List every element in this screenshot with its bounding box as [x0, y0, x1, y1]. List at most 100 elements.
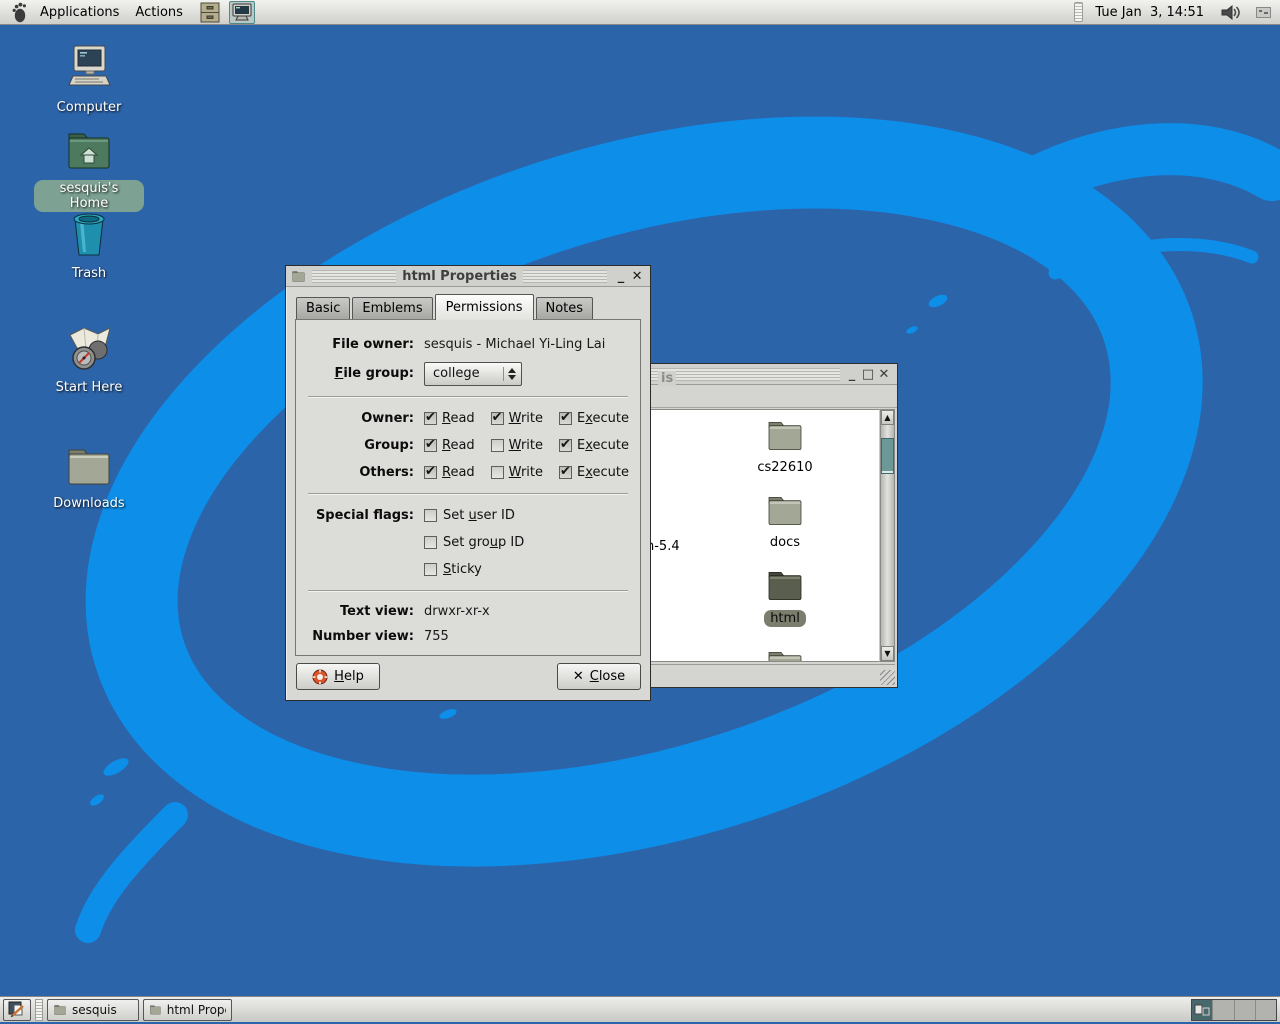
minimize-button[interactable]: _ [844, 365, 860, 384]
folder-item-docs[interactable]: docs [725, 493, 845, 550]
scroll-up-button[interactable]: ▲ [881, 410, 894, 425]
checkbox-owner-execute[interactable] [559, 412, 572, 425]
workspace-4[interactable] [1256, 1000, 1276, 1020]
checkbox-group-read[interactable] [424, 439, 437, 452]
screenshot-launcher[interactable] [229, 1, 255, 24]
dialog-titlebar[interactable]: html Properties _ ✕ [286, 266, 650, 287]
desktop-icon-label: Computer [53, 100, 126, 115]
desktop-icon-computer[interactable]: Computer [34, 45, 144, 115]
checkbox-others-write[interactable] [491, 466, 504, 479]
special-flags-label: Special flags: [296, 502, 414, 523]
titlebar-stripes [312, 270, 396, 283]
desktop-icon-label: Downloads [49, 496, 128, 511]
maximize-button[interactable]: □ [860, 365, 876, 384]
tab-permissions[interactable]: Permissions [435, 294, 534, 320]
owner-permissions-row: Owner: Read Write Execute [296, 405, 640, 432]
checkbox-others-execute[interactable] [559, 466, 572, 479]
desktop-icon-trash[interactable]: Trash [34, 211, 144, 281]
file-group-combobox[interactable]: college [424, 362, 522, 386]
desktop-icon-start-here[interactable]: Start Here [34, 325, 144, 395]
show-desktop-button[interactable] [3, 999, 31, 1021]
file-window-titlebar[interactable]: is _ □ ✕ [621, 364, 897, 385]
folder-item-partial[interactable] [725, 648, 845, 662]
checkbox-group-write[interactable] [491, 439, 504, 452]
speaker-icon [1221, 3, 1242, 22]
minimize-button[interactable]: _ [613, 267, 629, 286]
combo-arrows-icon [508, 368, 516, 380]
workspace-2[interactable] [1213, 1000, 1234, 1020]
main-menu-button[interactable] [6, 1, 32, 24]
close-button[interactable]: ✕ [629, 267, 645, 286]
group-label: Group: [296, 438, 414, 453]
tab-emblems[interactable]: Emblems [352, 297, 432, 319]
execute-label: Execute [577, 465, 629, 480]
text-view-label: Text view: [296, 604, 414, 619]
file-window-statusbar [623, 664, 895, 685]
checkbox-group-execute[interactable] [559, 439, 572, 452]
scrollbar-thumb[interactable] [881, 438, 894, 474]
folder-icon [291, 270, 306, 283]
start-here-icon [64, 325, 114, 373]
file-window-title-fragment: is [658, 371, 676, 386]
dialog-tabs: Basic Emblems Permissions Notes [286, 294, 650, 319]
computer-icon [65, 45, 113, 93]
folder-icon [53, 1004, 67, 1016]
checkbox-owner-read[interactable] [424, 412, 437, 425]
execute-label: Execute [577, 411, 629, 426]
file-cabinet-icon [200, 2, 220, 23]
checkbox-set-group-id[interactable] [424, 536, 437, 549]
gnome-foot-icon [11, 2, 28, 23]
last-changed-row: Last changed: unknown [296, 649, 640, 656]
others-permissions-row: Others: Read Write Execute [296, 459, 640, 486]
close-button[interactable]: ✕ [876, 365, 892, 384]
checkbox-others-read[interactable] [424, 466, 437, 479]
read-label: Read [442, 411, 475, 426]
vertical-scrollbar[interactable]: ▲ ▼ [880, 409, 895, 662]
workspace-1[interactable] [1192, 1000, 1213, 1020]
file-group-row: File group: college [296, 358, 640, 389]
task-button-label: sesquis [72, 1003, 117, 1017]
volume-applet[interactable] [1218, 1, 1244, 24]
help-button[interactable]: Help [296, 663, 380, 690]
tab-notes[interactable]: Notes [536, 297, 594, 319]
close-button[interactable]: ✕ Close [557, 663, 641, 690]
folder-item-label: docs [766, 535, 804, 550]
clock-applet[interactable]: Tue Jan 3, 14:51 [1087, 5, 1212, 20]
file-window-toolbar [621, 385, 897, 408]
folder-item-html[interactable]: html [725, 568, 845, 627]
menu-applications[interactable]: Applications [32, 0, 127, 24]
file-manager-launcher[interactable] [197, 1, 223, 24]
panel-drag-handle[interactable] [1074, 2, 1083, 22]
desktop-icon-label: Trash [68, 266, 110, 281]
folder-icon-selected [765, 568, 805, 604]
checkbox-sticky[interactable] [424, 563, 437, 576]
tasklist-drag-handle[interactable] [35, 999, 43, 1021]
file-owner-value: sesquis - Michael Yi-Ling Lai [424, 337, 640, 352]
desktop-icon-home[interactable]: sesquis's Home [34, 129, 144, 212]
tab-basic[interactable]: Basic [296, 297, 350, 319]
file-window-content[interactable]: cs22610 docs html n-5.4 [623, 409, 880, 662]
task-button-html-properties[interactable]: html Prope [143, 999, 232, 1021]
resize-grip[interactable] [880, 670, 895, 685]
file-group-label: File group: [296, 366, 414, 381]
desktop-icon-downloads[interactable]: Downloads [34, 445, 144, 511]
separator [308, 590, 628, 592]
folder-icon [64, 445, 114, 489]
folder-item-cs22610[interactable]: cs22610 [725, 418, 845, 475]
status-applet-icon [1256, 7, 1271, 18]
lifebuoy-icon [312, 669, 328, 685]
scroll-down-button[interactable]: ▼ [881, 646, 894, 661]
workspace-3[interactable] [1235, 1000, 1256, 1020]
status-applet[interactable] [1250, 1, 1276, 24]
checkbox-set-user-id[interactable] [424, 509, 437, 522]
task-button-label: html Prope [167, 1003, 226, 1017]
task-button-sesquis[interactable]: sesquis [47, 999, 139, 1021]
checkbox-owner-write[interactable] [491, 412, 504, 425]
menu-actions[interactable]: Actions [127, 0, 191, 24]
properties-dialog: html Properties _ ✕ Basic Emblems Permis… [285, 265, 651, 701]
desktop-icon-label: Start Here [52, 380, 127, 395]
desktop-screen: { "top_panel": { "menus": [ { "label": "… [0, 0, 1280, 1024]
file-group-selected-value: college [433, 366, 503, 381]
folder-icon [765, 648, 805, 662]
text-view-row: Text view: drwxr-xr-x [296, 599, 640, 624]
